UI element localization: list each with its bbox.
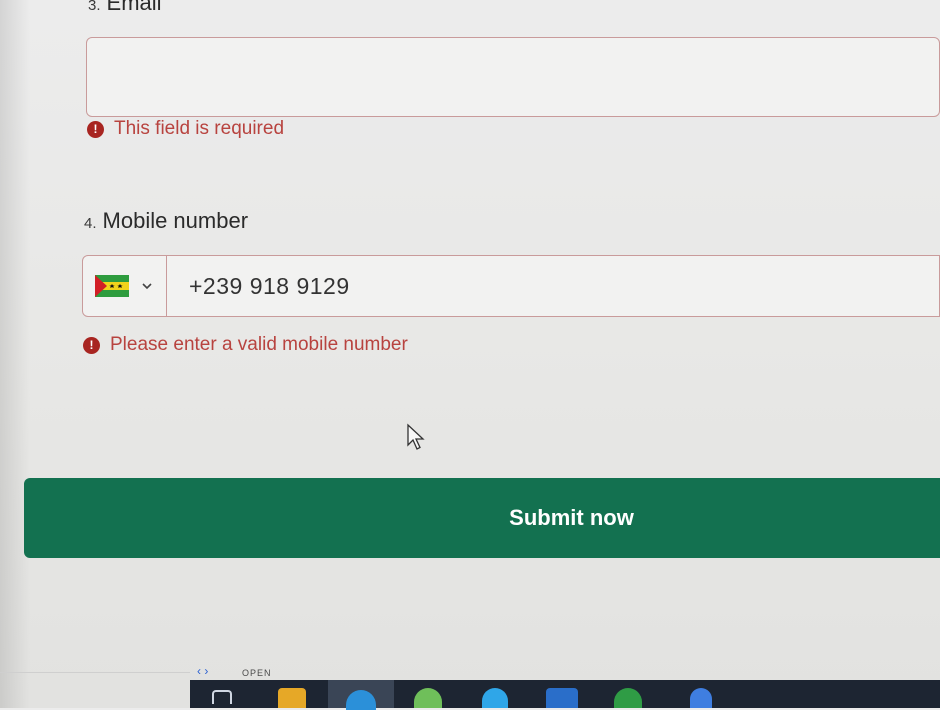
open-label: OPEN — [242, 668, 272, 678]
mobile-number-field — [82, 255, 940, 317]
mobile-question-label: 4. Mobile number — [84, 208, 249, 233]
chevron-down-icon — [142, 283, 152, 290]
mobile-error: ! Please enter a valid mobile number — [83, 334, 408, 356]
mobile-number-input[interactable] — [167, 256, 939, 316]
nav-arrows-icon[interactable]: ‹ › — [197, 664, 208, 678]
mouse-pointer-icon — [407, 423, 425, 450]
windows-taskbar — [190, 680, 940, 710]
email-field[interactable] — [86, 37, 940, 117]
task-view-icon[interactable] — [212, 690, 232, 704]
error-icon: ! — [87, 120, 104, 138]
email-question-label: 3. Email — [88, 0, 162, 15]
outlook-icon[interactable] — [546, 688, 578, 708]
country-code-select[interactable] — [83, 256, 167, 316]
app-icon[interactable] — [614, 688, 642, 708]
chrome-icon[interactable] — [414, 688, 442, 708]
divider — [0, 672, 190, 673]
email-error: ! This field is required — [87, 118, 284, 140]
submit-button[interactable]: Submit now — [24, 478, 940, 558]
screen-edge-shadow — [0, 0, 30, 708]
sao-tome-flag-icon — [95, 275, 129, 297]
email-error-text: This field is required — [114, 118, 285, 139]
error-icon: ! — [83, 336, 100, 354]
skype-icon[interactable] — [482, 688, 508, 708]
mobile-error-text: Please enter a valid mobile number — [110, 334, 408, 355]
file-explorer-icon[interactable] — [278, 688, 306, 708]
app-icon[interactable] — [690, 688, 712, 708]
